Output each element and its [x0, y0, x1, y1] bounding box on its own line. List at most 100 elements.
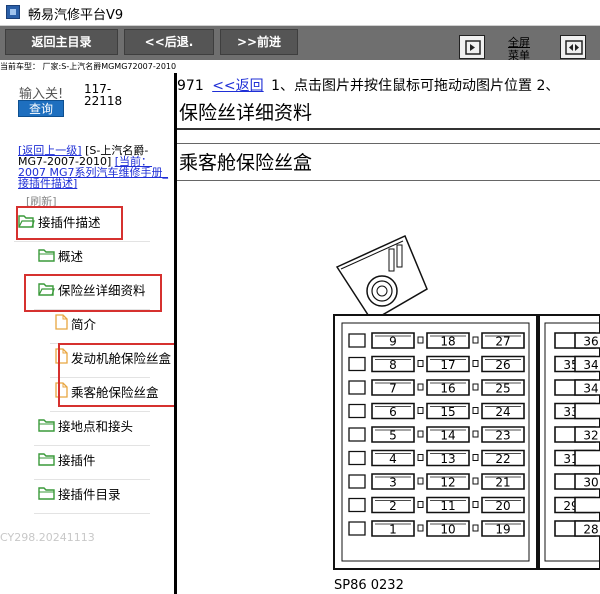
tree-item[interactable]: 接地点和接头	[38, 415, 133, 439]
fuse-grid-left: 9 18 27 8 17 26 7 16 25 6 15 24 5 14 23 4 13 22 3 12 21 2 11 20…	[348, 332, 525, 537]
fuse-number: 34	[583, 358, 598, 372]
return-link[interactable]: <<返回	[212, 78, 263, 94]
fuse-contact	[472, 501, 479, 508]
fuse-slot-edge	[348, 450, 366, 466]
highlight-box	[24, 274, 162, 312]
query-button[interactable]: 查询	[18, 100, 64, 117]
section-title: 保险丝详细资料	[179, 102, 313, 124]
fuse-slot: 34	[574, 379, 600, 396]
tree-item-label: 简介	[71, 317, 97, 332]
fuse-slot: 34	[574, 355, 600, 373]
fuse-number: 5	[389, 429, 397, 443]
divider-line	[177, 128, 600, 130]
fuse-slot: 11	[426, 496, 470, 514]
fuse-contact	[417, 383, 424, 391]
fuse-slot-edge	[348, 497, 366, 513]
fuse-slot-edge	[348, 333, 366, 348]
tree-item[interactable]: 接插件目录	[38, 483, 121, 507]
search-codes: 117- 22118	[84, 83, 122, 107]
fuse-number: 24	[495, 405, 510, 419]
fuse-slot: 16	[426, 379, 470, 396]
fuse-slot: 19	[481, 520, 525, 537]
fuse-slot: 30	[574, 473, 600, 490]
window-title: 畅易汽修平台V9	[28, 8, 124, 23]
fuse-number: 28	[583, 523, 598, 537]
fuse-slot: 26	[481, 355, 525, 373]
collapse-icon	[465, 40, 481, 55]
fuse-slot-edge	[348, 427, 366, 442]
fuse-slot: 28	[574, 520, 600, 537]
fuse-slot: 25	[481, 379, 525, 396]
divider-line	[177, 143, 600, 144]
home-button[interactable]: 返回主目录	[5, 29, 118, 55]
fuse-slot: 18	[426, 332, 470, 349]
fuse-slot: 6	[371, 402, 415, 420]
fuse-number: 15	[440, 405, 455, 419]
fuse-number: 34	[583, 382, 598, 396]
fuse-slot: 2	[371, 496, 415, 514]
fuse-slot: 27	[481, 332, 525, 349]
forward-button[interactable]: >>前进	[220, 29, 298, 55]
fuse-slot: 8	[371, 355, 415, 373]
diagram-reference: SP86 0232	[334, 578, 404, 593]
fuse-box-diagram[interactable]: 9 18 27 8 17 26 7 16 25 6 15 24 5 14 23 4 13 22 3 12 21 2 11 20…	[177, 181, 600, 594]
title-bar: 畅易汽修平台V9	[0, 0, 600, 26]
folder-icon	[38, 484, 55, 508]
tree-separator	[34, 513, 150, 514]
highlight-box	[16, 206, 123, 240]
fuse-number: 23	[495, 429, 510, 443]
fuse-contact	[417, 407, 424, 414]
fuse-number: 17	[440, 358, 455, 372]
nav-path: [返回上一级] [S-上汽名爵-MG7-2007-2010] [当前：2007 …	[18, 145, 168, 189]
fuse-number: 2	[389, 499, 397, 513]
expand-icon	[565, 40, 583, 55]
fuse-slot: 12	[426, 473, 470, 490]
fuse-contact	[417, 454, 424, 461]
fuse-number: 1	[389, 523, 397, 537]
fuse-slot: 24	[481, 402, 525, 420]
fullscreen-menu-link[interactable]: 全屏菜单	[504, 36, 534, 62]
fuse-contact	[472, 383, 479, 391]
fuse-contact	[417, 501, 424, 508]
fuse-number: 6	[389, 405, 397, 419]
tree-item-label: 接插件	[58, 453, 96, 468]
search-code-2: 22118	[84, 94, 123, 108]
fuse-slot	[574, 402, 600, 420]
fuse-number: 8	[389, 358, 397, 372]
page-number: 971	[177, 78, 204, 94]
collapse-panel-button[interactable]	[459, 35, 485, 59]
app-icon	[6, 5, 20, 19]
fuse-slot: 5	[371, 426, 415, 443]
fuse-slot-edge	[348, 380, 366, 395]
tree-separator	[34, 479, 150, 480]
expand-panel-button[interactable]	[560, 35, 586, 59]
fuse-slot	[574, 449, 600, 467]
fuse-slot-edge	[348, 356, 366, 372]
tree-item[interactable]: 接插件	[38, 449, 96, 473]
fuse-slot: 20	[481, 496, 525, 514]
subsection-title: 乘客舱保险丝盒	[179, 152, 313, 174]
back-button[interactable]: <<后退.	[124, 29, 214, 55]
tree-item[interactable]: 概述	[38, 245, 83, 269]
fuse-contact	[472, 360, 479, 367]
fuse-slot-edge	[348, 521, 366, 536]
tree-separator	[50, 411, 150, 412]
fuse-slot: 22	[481, 449, 525, 467]
fuse-slot: 7	[371, 379, 415, 396]
tree-separator	[34, 445, 150, 446]
fuse-contact	[417, 477, 424, 485]
fuse-slot: 21	[481, 473, 525, 490]
fuse-contact	[417, 336, 424, 344]
fuse-slot: 1	[371, 520, 415, 537]
fuse-number: 30	[583, 476, 598, 490]
fuse-number: 22	[495, 452, 510, 466]
tree-item[interactable]: 简介	[54, 313, 96, 337]
vehicle-info: 当前车型： 厂家:S-上汽名爵MGMG72007-2010	[0, 60, 600, 73]
fuse-number: 10	[440, 523, 455, 537]
fuse-number: 27	[495, 335, 510, 349]
fuse-number: 14	[440, 429, 455, 443]
fuse-slot: 13	[426, 449, 470, 467]
fuse-contact	[472, 336, 479, 344]
fuse-number: 9	[389, 335, 397, 349]
fuse-number: 20	[495, 499, 510, 513]
